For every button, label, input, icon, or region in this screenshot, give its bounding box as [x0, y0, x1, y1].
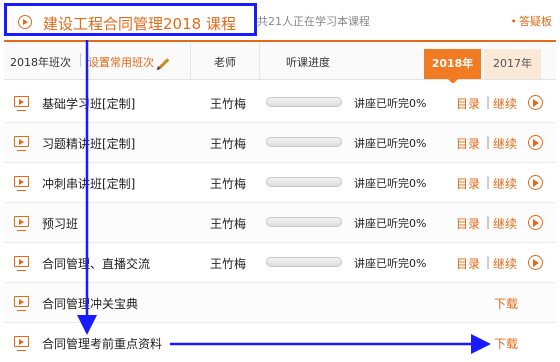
teacher-name: 王竹梅: [210, 137, 247, 151]
course-title[interactable]: 建设工程合同管理2018 课程: [43, 13, 236, 34]
pencil-icon: [158, 57, 170, 69]
catalog-link[interactable]: 目录: [456, 175, 480, 192]
course-name[interactable]: 习题精讲班[定制]: [42, 135, 135, 152]
play-circle-icon: [18, 15, 32, 29]
progress-text: 讲座已听完0%: [354, 137, 427, 150]
continue-link[interactable]: 继续: [493, 255, 517, 272]
teacher-name: 王竹梅: [210, 217, 247, 231]
teacher-column-header: 老师: [214, 56, 236, 69]
teacher-name: 王竹梅: [210, 97, 247, 111]
course-row: 冲刺串讲班[定制] 王竹梅 讲座已听完0% 目录 | 继续: [4, 163, 556, 203]
material-row: 合同管理考前重点资料 下载: [4, 323, 556, 362]
divider: [259, 42, 260, 80]
link-separator: |: [486, 255, 491, 269]
tab-2018[interactable]: 2018年: [424, 49, 481, 84]
tab-2017[interactable]: 2017年: [484, 49, 541, 79]
bullet-icon: •: [510, 15, 518, 28]
progress-bar: [266, 217, 342, 227]
play-icon[interactable]: [528, 135, 543, 150]
link-separator: |: [486, 215, 491, 229]
course-name[interactable]: 预习班: [42, 215, 78, 232]
course-list: 基础学习班[定制] 王竹梅 讲座已听完0% 目录 | 继续 习题精讲班[定制] …: [4, 83, 556, 362]
video-icon: [14, 256, 29, 271]
course-row: 预习班 王竹梅 讲座已听完0% 目录 | 继续: [4, 203, 556, 243]
course-row: 合同管理、直播交流 王竹梅 讲座已听完0% 目录 | 继续: [4, 243, 556, 283]
video-icon: [14, 176, 29, 191]
course-name[interactable]: 基础学习班[定制]: [42, 95, 135, 112]
play-icon[interactable]: [528, 175, 543, 190]
continue-link[interactable]: 继续: [493, 175, 517, 192]
video-icon: [14, 136, 29, 151]
link-separator: |: [486, 135, 491, 149]
video-icon: [14, 336, 29, 351]
progress-bar: [266, 137, 342, 147]
divider: [190, 42, 191, 80]
video-icon: [14, 96, 29, 111]
play-icon[interactable]: [528, 215, 543, 230]
link-separator: |: [486, 175, 491, 189]
continue-link[interactable]: 继续: [493, 215, 517, 232]
progress-text: 讲座已听完0%: [354, 97, 427, 110]
learners-count: 共21人正在学习本课程: [257, 15, 370, 28]
course-row: 基础学习班[定制] 王竹梅 讲座已听完0% 目录 | 继续: [4, 83, 556, 123]
teacher-name: 王竹梅: [210, 257, 247, 271]
download-link[interactable]: 下载: [494, 295, 518, 312]
progress-bar: [266, 257, 342, 267]
progress-text: 讲座已听完0%: [354, 177, 427, 190]
qa-board-link[interactable]: • 答疑板: [511, 13, 553, 29]
download-link[interactable]: 下载: [494, 335, 518, 352]
progress-bar: [266, 97, 342, 107]
video-icon: [14, 216, 29, 231]
material-name[interactable]: 合同管理考前重点资料: [42, 335, 162, 352]
progress-column-header: 听课进度: [286, 56, 330, 69]
video-icon: [14, 296, 29, 311]
material-name[interactable]: 合同管理冲关宝典: [42, 295, 138, 312]
divider: [80, 53, 81, 67]
catalog-link[interactable]: 目录: [456, 215, 480, 232]
class-year-label: 2018年班次: [10, 56, 71, 69]
progress-bar: [266, 177, 342, 187]
play-icon[interactable]: [528, 255, 543, 270]
course-name[interactable]: 合同管理、直播交流: [42, 255, 150, 272]
course-title-bar: 建设工程合同管理2018 课程 共21人正在学习本课程 • 答疑板: [0, 0, 560, 38]
continue-link[interactable]: 继续: [493, 135, 517, 152]
teacher-name: 王竹梅: [210, 177, 247, 191]
material-row: 合同管理冲关宝典 下载: [4, 283, 556, 323]
course-row: 习题精讲班[定制] 王竹梅 讲座已听完0% 目录 | 继续: [4, 123, 556, 163]
progress-text: 讲座已听完0%: [354, 257, 427, 270]
set-common-class-link[interactable]: 设置常用班次: [88, 54, 170, 70]
qa-board-label: 答疑板: [519, 15, 552, 28]
catalog-link[interactable]: 目录: [456, 135, 480, 152]
link-separator: |: [486, 95, 491, 109]
set-common-class-label: 设置常用班次: [88, 56, 154, 69]
catalog-link[interactable]: 目录: [456, 255, 480, 272]
progress-text: 讲座已听完0%: [354, 217, 427, 230]
course-title-highlight[interactable]: 建设工程合同管理2018 课程: [4, 3, 257, 36]
course-name[interactable]: 冲刺串讲班[定制]: [42, 175, 135, 192]
continue-link[interactable]: 继续: [493, 95, 517, 112]
catalog-link[interactable]: 目录: [456, 95, 480, 112]
play-icon[interactable]: [528, 95, 543, 110]
course-table-header: 2018年班次 设置常用班次 老师 听课进度 2018年 2017年: [4, 40, 556, 84]
